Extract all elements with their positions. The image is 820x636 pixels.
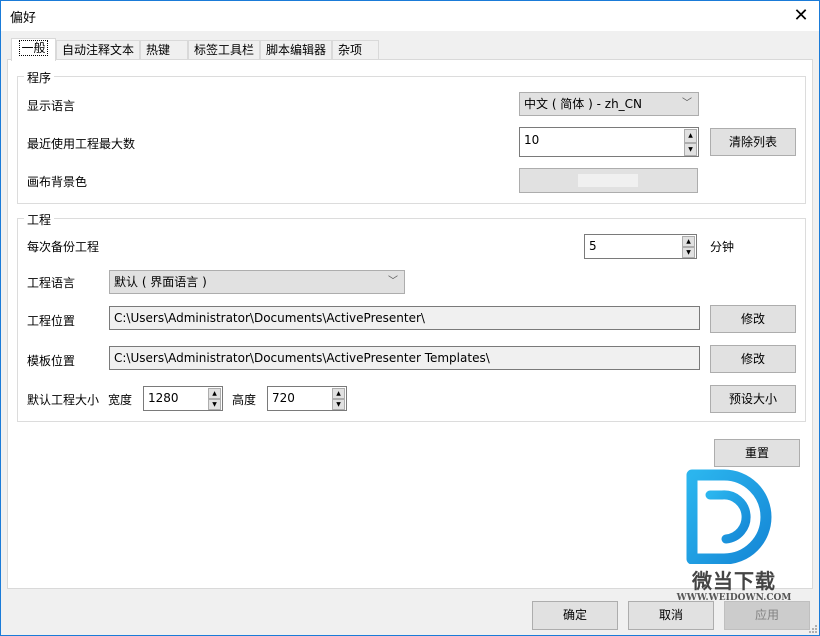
backup-label: 每次备份工程 xyxy=(27,240,100,254)
project-language-label: 工程语言 xyxy=(27,276,76,290)
spin-up-icon[interactable]: ▲ xyxy=(208,388,221,399)
weidown-logo-icon xyxy=(686,469,772,565)
tab-general[interactable]: 一般 xyxy=(11,38,56,61)
canvas-bg-color-button[interactable] xyxy=(519,168,698,193)
spin-up-icon[interactable]: ▲ xyxy=(332,388,345,399)
title-bar: 偏好 ✕ xyxy=(1,1,819,31)
apply-button: 应用 xyxy=(724,601,810,630)
display-language-select[interactable]: 中文 ( 简体 ) - zh_CN ﹀ xyxy=(519,92,699,116)
preferences-dialog: 偏好 ✕ 一般 自动注释文本 热键 标签工具栏 脚本编辑器 杂项 程序 显示语言… xyxy=(0,0,820,636)
recent-projects-label: 最近使用工程最大数 xyxy=(27,137,136,151)
reset-button[interactable]: 重置 xyxy=(714,439,800,467)
clear-list-button[interactable]: 清除列表 xyxy=(710,128,796,156)
cancel-button[interactable]: 取消 xyxy=(628,601,714,630)
width-spinbox[interactable]: 1280 ▲ ▼ xyxy=(143,386,223,411)
tab-script-editor[interactable]: 脚本编辑器 xyxy=(260,40,332,60)
program-group-title: 程序 xyxy=(24,69,55,86)
close-icon[interactable]: ✕ xyxy=(789,4,813,28)
width-value: 1280 xyxy=(148,391,179,405)
tab-misc[interactable]: 杂项 xyxy=(332,40,379,60)
default-size-label: 默认工程大小 xyxy=(27,393,100,407)
chevron-down-icon: ﹀ xyxy=(388,276,398,287)
weidown-watermark: 微当下载 WWW.WEIDOWN.COM xyxy=(677,469,791,609)
display-language-value: 中文 ( 简体 ) - zh_CN xyxy=(524,97,643,111)
change-project-location-button[interactable]: 修改 xyxy=(710,305,796,333)
height-value: 720 xyxy=(272,391,295,405)
tab-tag-toolbar[interactable]: 标签工具栏 xyxy=(188,40,260,60)
project-location-label: 工程位置 xyxy=(27,314,76,328)
canvas-bg-label: 画布背景色 xyxy=(27,175,88,189)
spin-down-icon[interactable]: ▼ xyxy=(332,399,345,410)
program-group: 程序 显示语言 中文 ( 简体 ) - zh_CN ﹀ 最近使用工程最大数 10… xyxy=(17,69,806,204)
spin-down-icon[interactable]: ▼ xyxy=(682,247,695,258)
backup-unit-label: 分钟 xyxy=(710,240,735,254)
display-language-label: 显示语言 xyxy=(27,99,76,113)
spin-down-icon[interactable]: ▼ xyxy=(684,143,697,156)
width-label: 宽度 xyxy=(108,393,133,407)
height-label: 高度 xyxy=(232,393,257,407)
project-language-value: 默认 ( 界面语言 ) xyxy=(114,275,207,289)
project-language-select[interactable]: 默认 ( 界面语言 ) ﹀ xyxy=(109,270,405,294)
backup-interval-spinbox[interactable]: 5 ▲ ▼ xyxy=(584,234,697,259)
tab-auto-annotation[interactable]: 自动注释文本 xyxy=(56,40,140,60)
spin-up-icon[interactable]: ▲ xyxy=(684,129,697,143)
resize-grip-icon[interactable] xyxy=(807,623,817,633)
color-swatch xyxy=(578,174,638,187)
height-spinbox[interactable]: 720 ▲ ▼ xyxy=(267,386,347,411)
ok-button[interactable]: 确定 xyxy=(532,601,618,630)
watermark-brand: 微当下载 xyxy=(692,569,776,593)
backup-interval-value: 5 xyxy=(589,239,597,253)
recent-projects-value: 10 xyxy=(524,133,540,147)
project-location-field[interactable]: C:\Users\Administrator\Documents\ActiveP… xyxy=(109,306,700,330)
tab-hotkeys[interactable]: 热键 xyxy=(140,40,188,60)
project-group: 工程 每次备份工程 5 ▲ ▼ 分钟 工程语言 默认 ( 界面语言 ) ﹀ 工程… xyxy=(17,211,806,422)
project-group-title: 工程 xyxy=(24,211,55,228)
preset-size-button[interactable]: 预设大小 xyxy=(710,385,796,413)
spin-up-icon[interactable]: ▲ xyxy=(682,236,695,247)
chevron-down-icon: ﹀ xyxy=(682,98,692,109)
change-template-location-button[interactable]: 修改 xyxy=(710,345,796,373)
dialog-title: 偏好 xyxy=(10,11,37,26)
spin-down-icon[interactable]: ▼ xyxy=(208,399,221,410)
recent-projects-spinbox[interactable]: 10 ▲ ▼ xyxy=(519,127,699,157)
template-location-field[interactable]: C:\Users\Administrator\Documents\ActiveP… xyxy=(109,346,700,370)
template-location-label: 模板位置 xyxy=(27,354,76,368)
